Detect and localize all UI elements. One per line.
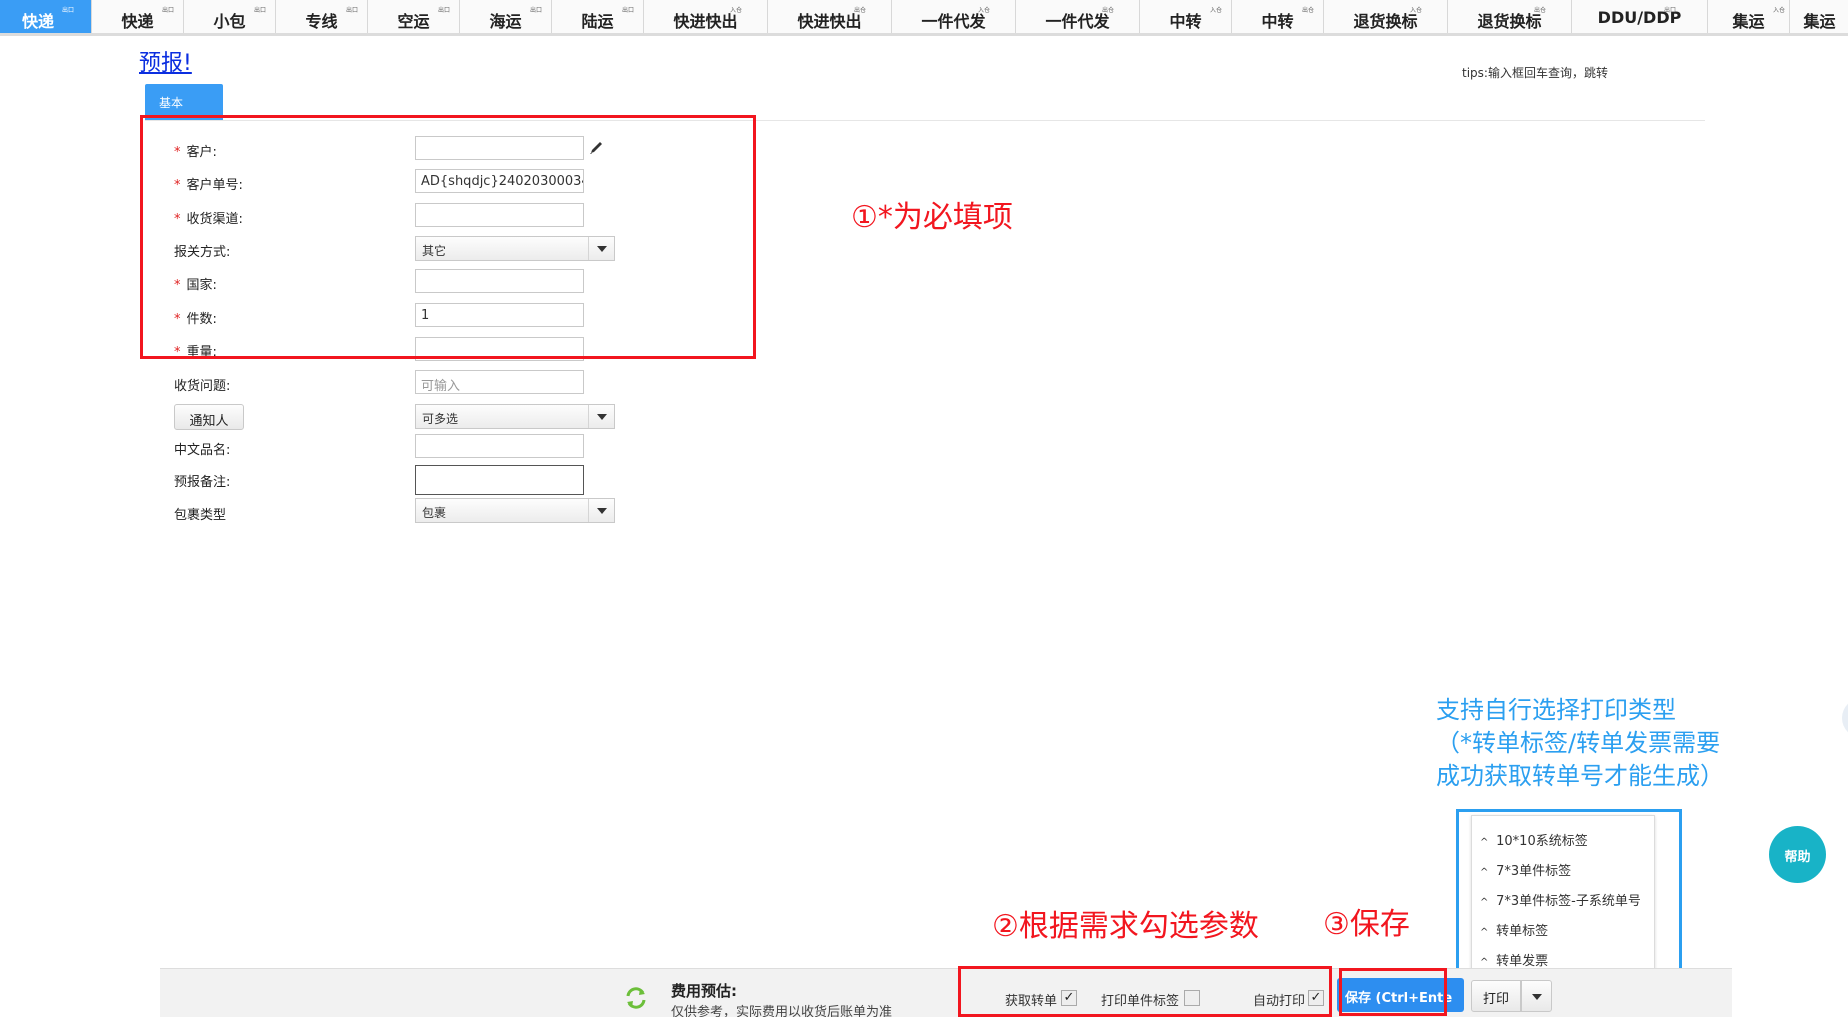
annotation-print-line2: （*转单标签/转单发票需要 — [1436, 729, 1721, 757]
chevron-down-icon[interactable] — [588, 499, 614, 522]
top-tab-label: 集运 — [1803, 12, 1836, 31]
top-tab-sublabel: 入仓 — [1410, 7, 1423, 14]
top-tab[interactable]: 快进快出 出仓 — [768, 0, 892, 33]
top-tab[interactable]: 空运 出口 — [368, 0, 460, 33]
top-tab-sublabel: 出口 — [162, 7, 175, 14]
top-tab-sublabel: 入仓 — [730, 7, 743, 14]
top-tab-sublabel: 出口 — [62, 7, 75, 14]
top-tab-label: 一件代发 — [1045, 12, 1110, 31]
package-type-select[interactable]: 包裹 — [415, 498, 615, 523]
top-tab[interactable]: 快递 出口 — [92, 0, 184, 33]
tips-text: tips:输入框回车查询，跳转 — [1462, 66, 1608, 80]
package-type-label: 包裹类型 — [174, 508, 227, 523]
top-tab[interactable]: 陆运 出口 — [552, 0, 644, 33]
notify-button[interactable]: 通知人 — [174, 404, 244, 430]
print-button[interactable]: 打印 — [1471, 980, 1521, 1012]
annotation-params: ②根据需求勾选参数 — [992, 909, 1259, 944]
top-tab-sublabel: 出仓 — [1534, 7, 1547, 14]
top-tab[interactable]: 退货换标 出仓 — [1448, 0, 1572, 33]
annotation-save: ③保存 — [1323, 907, 1410, 942]
print-menu-highlight — [1456, 809, 1682, 980]
top-tab-sublabel: 入仓 — [1773, 7, 1786, 14]
annotation-print-line3: 成功获取转单号才能生成） — [1436, 762, 1724, 790]
top-tab-sublabel: 出口 — [346, 7, 359, 14]
save-highlight — [1339, 968, 1447, 1016]
top-tab-sublabel: 出仓 — [854, 7, 867, 14]
fee-estimate-note: 仅供参考，实际费用以收货后账单为准 — [671, 1005, 893, 1017]
top-tab-bar: 快递 出口 快递 出口 小包 出口 专线 出口 空运 出口 海运 出口 陆运 出口 快进快出 入仓 快进快出 出仓… — [0, 0, 1848, 36]
side-handle[interactable] — [1842, 698, 1848, 738]
issue-input[interactable]: 可输入 — [415, 370, 584, 394]
top-tab[interactable]: 小包 出口 — [184, 0, 276, 33]
notify-select-value: 可多选 — [422, 412, 459, 426]
top-tab-sublabel: 出口 — [438, 7, 451, 14]
top-tab-sublabel: 入仓 — [1210, 7, 1223, 14]
top-tab-sublabel: 入仓 — [978, 7, 991, 14]
required-fields-highlight — [140, 115, 756, 359]
remark-input[interactable] — [415, 465, 584, 495]
chevron-down-icon[interactable] — [588, 405, 614, 428]
top-tab[interactable]: 中转 出仓 — [1232, 0, 1324, 33]
top-tab-label: 快进快出 — [797, 12, 862, 31]
top-tab[interactable]: 一件代发 入仓 — [892, 0, 1016, 33]
top-tab[interactable]: 中转 入仓 — [1140, 0, 1232, 33]
top-tab-label: 快进快出 — [673, 12, 738, 31]
help-button[interactable]: 帮助 — [1769, 826, 1826, 883]
top-tab[interactable]: 快递 出口 — [0, 0, 92, 33]
forecast-title-link[interactable]: 预报! — [139, 45, 192, 77]
top-tab-sublabel: 出仓 — [1302, 7, 1315, 14]
top-tab[interactable]: 海运 出口 — [460, 0, 552, 33]
top-tab-label: 退货换标 — [1477, 12, 1542, 31]
refresh-icon[interactable] — [623, 985, 649, 1011]
cn-name-label: 中文品名: — [174, 443, 231, 458]
top-tab[interactable]: 一件代发 出仓 — [1016, 0, 1140, 33]
top-tab-sublabel: 出口 — [622, 7, 635, 14]
top-tab-sublabel: 出口 — [254, 7, 267, 14]
annotation-print-line1: 支持自行选择打印类型 — [1436, 696, 1676, 724]
print-dropdown-toggle[interactable] — [1521, 980, 1552, 1012]
top-tab-sublabel: 出口 — [530, 7, 543, 14]
notify-select[interactable]: 可多选 — [415, 404, 615, 429]
issue-label: 收货问题: — [174, 379, 231, 394]
top-tab-sublabel: 出口 — [1664, 7, 1677, 14]
remark-label: 预报备注: — [174, 475, 231, 490]
top-tab[interactable]: 集运 — [1790, 0, 1848, 33]
top-tab-label: 退货换标 — [1353, 12, 1418, 31]
fee-estimate-title: 费用预估: — [671, 982, 737, 1000]
top-tab-label: 快递 — [22, 12, 55, 31]
top-tab[interactable]: 快进快出 入仓 — [644, 0, 768, 33]
top-tab-label: 一件代发 — [921, 12, 986, 31]
top-tab-sublabel: 出仓 — [1102, 7, 1115, 14]
top-tab[interactable]: DDU/DDP 出口 — [1572, 0, 1708, 33]
annotation-required: ①*为必填项 — [851, 200, 1013, 235]
cn-name-input[interactable] — [415, 434, 584, 458]
package-type-value: 包裹 — [422, 506, 447, 520]
top-tab-label: DDU/DDP — [1597, 8, 1682, 27]
page-root: 快递 出口 快递 出口 小包 出口 专线 出口 空运 出口 海运 出口 陆运 出口 快进快出 入仓 快进快出 出仓… — [0, 0, 1848, 1017]
top-tab[interactable]: 退货换标 入仓 — [1324, 0, 1448, 33]
top-tab[interactable]: 集运 入仓 — [1708, 0, 1790, 33]
top-tab[interactable]: 专线 出口 — [276, 0, 368, 33]
params-highlight — [958, 966, 1332, 1017]
